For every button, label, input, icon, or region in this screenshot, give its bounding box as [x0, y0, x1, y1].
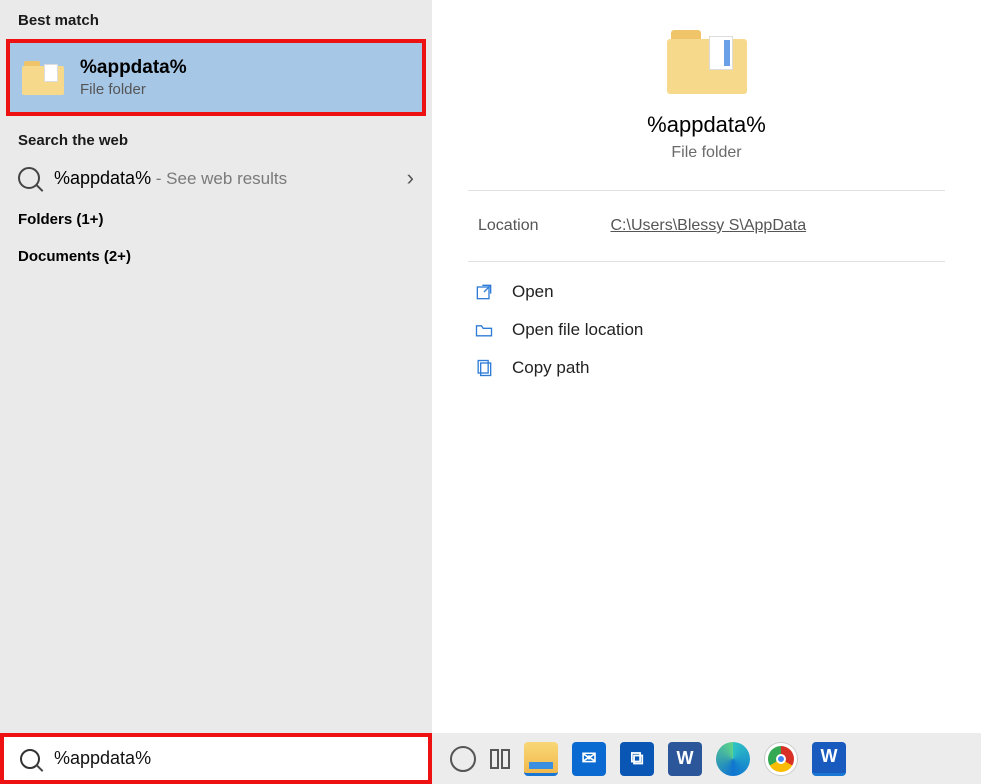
detail-hero: %appdata% File folder: [468, 30, 945, 191]
search-input[interactable]: [54, 748, 412, 769]
edge-icon[interactable]: [716, 742, 750, 776]
taskbar: ✉ ⧉: [432, 733, 981, 784]
best-match-label: Best match: [0, 0, 432, 35]
action-label: Copy path: [512, 358, 590, 378]
copy-icon: [474, 358, 494, 378]
detail-title: %appdata%: [647, 112, 766, 138]
start-search-bar[interactable]: [0, 733, 432, 784]
best-match-subtitle: File folder: [80, 81, 187, 98]
folder-icon: [22, 61, 64, 95]
task-view-icon[interactable]: [490, 749, 510, 769]
location-path-link[interactable]: C:\Users\Blessy S\AppData: [611, 217, 807, 235]
copy-path-action[interactable]: Copy path: [474, 358, 939, 378]
word-icon[interactable]: [668, 742, 702, 776]
cortana-icon[interactable]: [450, 746, 476, 772]
best-match-title: %appdata%: [80, 57, 187, 79]
folder-open-icon: [474, 320, 494, 340]
open-file-location-action[interactable]: Open file location: [474, 320, 939, 340]
search-icon: [20, 749, 40, 769]
file-explorer-icon[interactable]: [524, 742, 558, 776]
microsoft-store-icon[interactable]: ⧉: [620, 742, 654, 776]
action-label: Open file location: [512, 320, 643, 340]
documents-group[interactable]: Documents (2+): [0, 238, 432, 275]
search-icon: [18, 167, 40, 189]
open-icon: [474, 282, 494, 302]
location-label: Location: [478, 217, 539, 235]
chevron-right-icon: ›: [407, 165, 414, 191]
search-web-label: Search the web: [0, 120, 432, 155]
detail-location-row: Location C:\Users\Blessy S\AppData: [468, 191, 945, 262]
chrome-icon[interactable]: [764, 742, 798, 776]
open-action[interactable]: Open: [474, 282, 939, 302]
detail-panel: %appdata% File folder Location C:\Users\…: [432, 0, 981, 733]
search-web-row[interactable]: %appdata% - See web results ›: [0, 155, 432, 201]
action-label: Open: [512, 282, 554, 302]
detail-subtitle: File folder: [671, 144, 741, 162]
web-search-term: %appdata%: [54, 168, 151, 188]
detail-actions: Open Open file location Copy path: [468, 262, 945, 398]
mail-icon[interactable]: ✉: [572, 742, 606, 776]
best-match-result[interactable]: %appdata% File folder: [6, 39, 426, 116]
search-results-panel: Best match %appdata% File folder Search …: [0, 0, 432, 733]
web-search-hint: - See web results: [151, 169, 287, 188]
folders-group[interactable]: Folders (1+): [0, 201, 432, 238]
folder-icon: [667, 30, 747, 94]
word-app-icon[interactable]: [812, 742, 846, 776]
